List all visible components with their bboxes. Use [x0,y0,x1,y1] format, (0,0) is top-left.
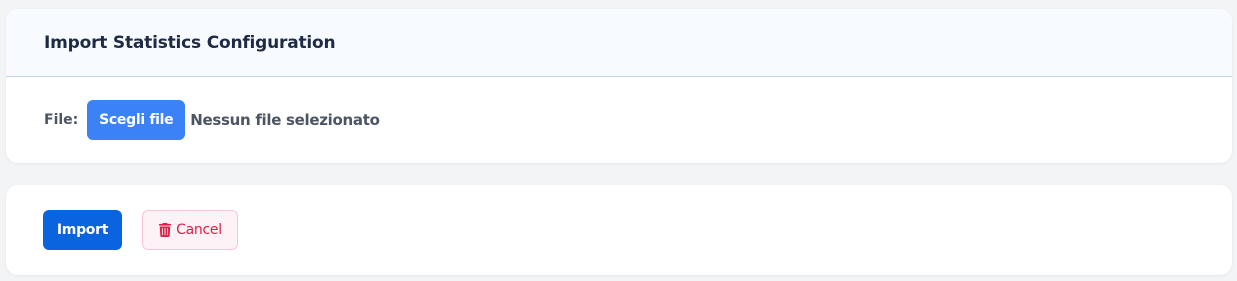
actions-card: Import Cancel [6,185,1232,275]
cancel-button-label: Cancel [176,222,222,238]
choose-file-button[interactable]: Scegli file [87,99,186,140]
cancel-button[interactable]: Cancel [142,210,238,250]
import-config-card: Import Statistics Configuration File: Sc… [6,9,1232,163]
file-label: File: [44,111,79,128]
file-status-text: Nessun file selezionato [190,110,380,129]
file-input-row: File: Scegli file Nessun file selezionat… [6,77,1232,162]
trash-icon [158,223,172,237]
page-title: Import Statistics Configuration [44,32,336,53]
import-button[interactable]: Import [43,210,122,250]
card-header: Import Statistics Configuration [6,9,1232,77]
